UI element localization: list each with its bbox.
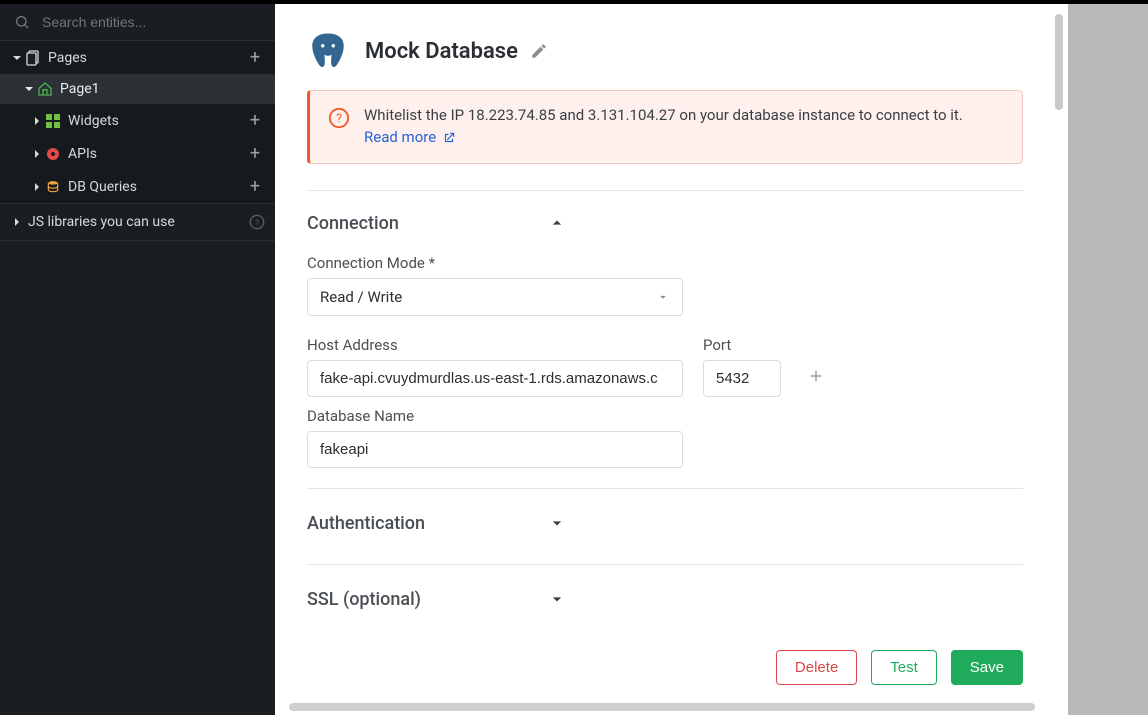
- apis-label: APIs: [68, 146, 245, 162]
- chevron-up-icon: [547, 213, 567, 233]
- right-gutter: [1068, 4, 1148, 715]
- database-icon: [44, 178, 62, 196]
- svg-text:?: ?: [255, 218, 259, 228]
- chevron-down-icon: [10, 53, 24, 63]
- callout-message: Whitelist the IP 18.223.74.85 and 3.131.…: [364, 105, 963, 149]
- add-dbquery-button[interactable]: +: [245, 176, 265, 197]
- divider: [307, 488, 1023, 489]
- pages-section: Pages + Page1 Widgets +: [0, 40, 275, 204]
- vertical-scrollbar[interactable]: [1055, 14, 1063, 110]
- postgres-icon: [307, 30, 349, 72]
- chevron-right-icon: [30, 182, 44, 192]
- section-connection[interactable]: Connection: [307, 209, 567, 244]
- callout-text: Whitelist the IP 18.223.74.85 and 3.131.…: [364, 106, 963, 124]
- sidebar: Pages + Page1 Widgets +: [0, 4, 275, 715]
- sidebar-item-dbqueries[interactable]: DB Queries +: [0, 170, 275, 203]
- search-input[interactable]: [42, 14, 261, 30]
- sidebar-item-apis[interactable]: APIs +: [0, 137, 275, 170]
- section-connection-label: Connection: [307, 213, 547, 234]
- host-label: Host Address: [307, 336, 683, 354]
- add-port-button[interactable]: [801, 361, 831, 391]
- warning-icon: ?: [328, 107, 350, 129]
- delete-button[interactable]: Delete: [776, 650, 857, 685]
- dbname-input[interactable]: [307, 431, 683, 468]
- chevron-right-icon: [10, 217, 24, 227]
- external-link-icon: [442, 131, 456, 145]
- port-label: Port: [703, 336, 781, 354]
- add-widget-button[interactable]: +: [245, 110, 265, 131]
- chevron-right-icon: [30, 116, 44, 126]
- sidebar-item-page1[interactable]: Page1: [0, 74, 275, 104]
- section-authentication[interactable]: Authentication: [307, 509, 567, 544]
- port-input[interactable]: [703, 360, 781, 397]
- chevron-down-icon: [547, 589, 567, 609]
- sidebar-item-widgets[interactable]: Widgets +: [0, 104, 275, 137]
- home-icon: [36, 80, 54, 98]
- save-button[interactable]: Save: [951, 650, 1023, 685]
- dbqueries-label: DB Queries: [68, 179, 245, 195]
- horizontal-scrollbar[interactable]: [289, 703, 1035, 711]
- datasource-header: Mock Database: [307, 4, 1023, 90]
- svg-text:?: ?: [336, 112, 342, 127]
- apis-icon: [44, 145, 62, 163]
- section-ssl-label: SSL (optional): [307, 589, 547, 610]
- chevron-down-icon: [547, 513, 567, 533]
- search-icon: [14, 14, 30, 30]
- chevron-right-icon: [30, 149, 44, 159]
- dbname-label: Database Name: [307, 407, 683, 425]
- chevron-down-icon: [656, 290, 670, 304]
- test-button[interactable]: Test: [871, 650, 937, 685]
- help-icon[interactable]: ?: [249, 214, 265, 230]
- divider: [307, 564, 1023, 565]
- page1-label: Page1: [60, 81, 265, 97]
- connection-mode-label: Connection Mode *: [307, 254, 1023, 272]
- connection-mode-select[interactable]: Read / Write: [307, 278, 683, 316]
- js-libs-section: JS libraries you can use ?: [0, 204, 275, 241]
- section-ssl[interactable]: SSL (optional): [307, 585, 567, 620]
- widgets-label: Widgets: [68, 113, 245, 129]
- search-row[interactable]: [0, 4, 275, 40]
- widgets-icon: [44, 112, 62, 130]
- connection-mode-value: Read / Write: [320, 288, 402, 306]
- footer-buttons: Delete Test Save: [307, 620, 1023, 691]
- jslibs-label: JS libraries you can use: [28, 214, 245, 230]
- read-more-link[interactable]: Read more: [364, 128, 456, 146]
- chevron-down-icon: [22, 84, 36, 94]
- pages-icon: [24, 49, 42, 67]
- sidebar-item-jslibs[interactable]: JS libraries you can use ?: [0, 208, 275, 236]
- sidebar-item-pages[interactable]: Pages +: [0, 41, 275, 74]
- datasource-title: Mock Database: [365, 39, 518, 64]
- divider: [307, 190, 1023, 191]
- section-auth-label: Authentication: [307, 513, 547, 534]
- pages-label: Pages: [48, 50, 245, 66]
- edit-icon[interactable]: [530, 42, 548, 60]
- host-input[interactable]: [307, 360, 683, 397]
- add-page-button[interactable]: +: [245, 47, 265, 68]
- add-api-button[interactable]: +: [245, 143, 265, 164]
- main-panel: Mock Database ? Whitelist the IP 18.223.…: [275, 4, 1068, 715]
- whitelist-callout: ? Whitelist the IP 18.223.74.85 and 3.13…: [307, 90, 1023, 164]
